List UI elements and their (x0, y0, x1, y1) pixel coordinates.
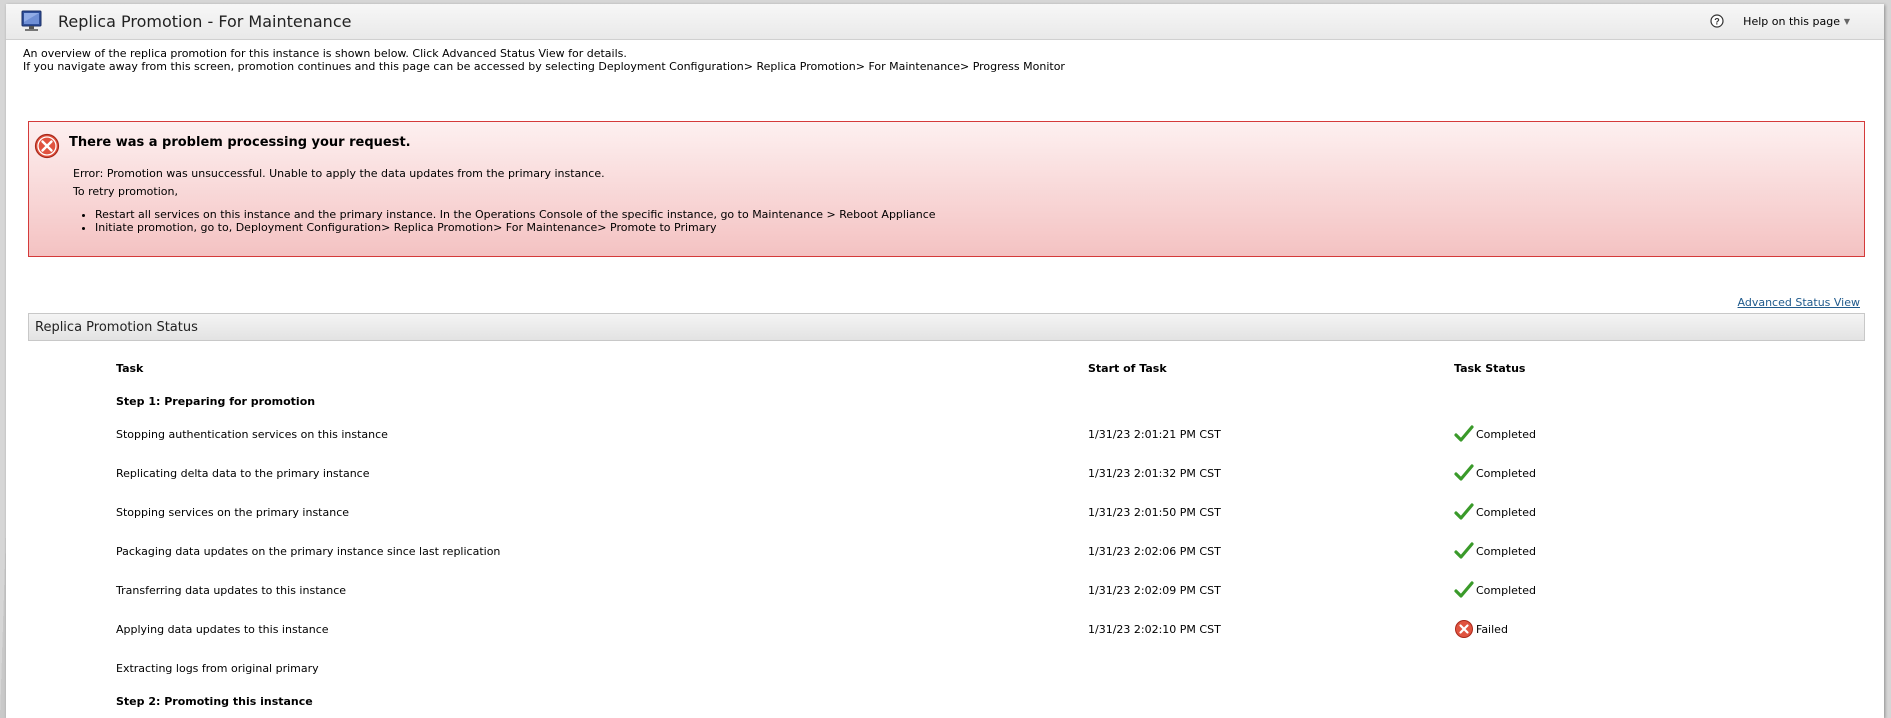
task-name: Transferring data updates to this instan… (116, 584, 347, 597)
task-name: Applying data updates to this instance (116, 623, 329, 636)
column-header-start: Start of Task (1088, 362, 1167, 375)
task-name: Stopping authentication services on this… (116, 428, 388, 441)
task-name: Extracting logs from original primary (116, 662, 319, 675)
task-start: 1/31/23 2:02:10 PM CST (1088, 623, 1221, 636)
task-start: 1/31/23 2:01:32 PM CST (1088, 467, 1221, 480)
table-row: Step 1: Preparing for promotion (6, 395, 1884, 415)
step-heading: Step 2: Promoting this instance (116, 695, 313, 708)
retry-step-item: Initiate promotion, go to, Deployment Co… (95, 221, 936, 234)
task-name: Stopping services on the primary instanc… (116, 506, 350, 519)
column-header-task: Task (116, 362, 144, 375)
status-text: Completed (1476, 467, 1536, 480)
alert-retry-label: To retry promotion, (73, 185, 178, 198)
status-text: Failed (1476, 623, 1508, 636)
task-name: Packaging data updates on the primary in… (116, 545, 501, 558)
status-text: Completed (1476, 506, 1536, 519)
advanced-status-view-link[interactable]: Advanced Status View (1738, 296, 1860, 309)
error-circle-icon (34, 133, 60, 159)
page-title: Replica Promotion - For Maintenance (58, 12, 352, 31)
table-row: Step 2: Promoting this instance (6, 695, 1884, 715)
column-header-status: Task Status (1454, 362, 1526, 375)
table-row: Packaging data updates on the primary in… (6, 542, 1884, 565)
table-row: Stopping services on the primary instanc… (6, 503, 1884, 526)
checkmark-icon (1454, 542, 1474, 559)
checkmark-icon (1454, 503, 1474, 520)
task-start: 1/31/23 2:01:21 PM CST (1088, 428, 1221, 441)
table-row: Extracting logs from original primary (6, 662, 1884, 682)
task-start: 1/31/23 2:02:09 PM CST (1088, 584, 1221, 597)
task-name: Replicating delta data to the primary in… (116, 467, 370, 480)
help-circle-icon[interactable]: ? (1710, 14, 1724, 28)
alert-title: There was a problem processing your requ… (69, 135, 411, 150)
task-start: 1/31/23 2:02:06 PM CST (1088, 545, 1221, 558)
table-row: Replicating delta data to the primary in… (6, 464, 1884, 487)
help-on-page-link[interactable]: Help on this page (1743, 15, 1840, 28)
status-text: Completed (1476, 428, 1536, 441)
status-text: Completed (1476, 584, 1536, 597)
step-heading: Step 1: Preparing for promotion (116, 395, 316, 408)
task-start: 1/31/23 2:01:50 PM CST (1088, 506, 1221, 519)
retry-step-item: Restart all services on this instance an… (95, 208, 936, 221)
error-alert: There was a problem processing your requ… (28, 121, 1865, 257)
checkmark-icon (1454, 425, 1474, 442)
status-panel-header: Replica Promotion Status (28, 313, 1865, 341)
status-panel-title: Replica Promotion Status (35, 320, 198, 335)
table-row: Transferring data updates to this instan… (6, 581, 1884, 604)
intro-line-1: An overview of the replica promotion for… (23, 47, 627, 60)
table-row: Applying data updates to this instance 1… (6, 620, 1884, 643)
table-row: Stopping authentication services on this… (6, 425, 1884, 448)
checkmark-icon (1454, 581, 1474, 598)
status-text: Completed (1476, 545, 1536, 558)
retry-steps-list: Restart all services on this instance an… (73, 208, 936, 234)
title-bar: Replica Promotion - For Maintenance ? He… (6, 4, 1884, 40)
alert-error-message: Error: Promotion was unsuccessful. Unabl… (73, 167, 605, 180)
intro-text: An overview of the replica promotion for… (23, 47, 1065, 73)
intro-line-2: If you navigate away from this screen, p… (23, 60, 1065, 73)
monitor-icon (21, 10, 42, 31)
failed-x-icon (1455, 620, 1473, 638)
svg-text:?: ? (1714, 17, 1720, 27)
page: Replica Promotion - For Maintenance ? He… (6, 4, 1884, 718)
checkmark-icon (1454, 464, 1474, 481)
chevron-down-icon[interactable]: ▼ (1844, 17, 1850, 26)
